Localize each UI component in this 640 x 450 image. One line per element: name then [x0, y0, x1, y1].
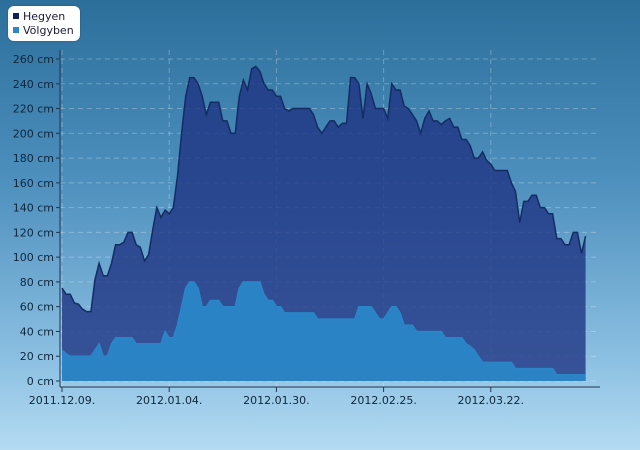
y-tick-label: 0 cm	[27, 375, 54, 388]
chart-legend: Hegyen Völgyben	[8, 6, 80, 41]
legend-swatch-hegyen	[13, 13, 19, 19]
legend-label-volgyben: Völgyben	[23, 23, 74, 37]
y-tick-label: 40 cm	[20, 325, 54, 338]
area-series	[61, 65, 587, 382]
y-tick-labels: 0 cm 20 cm 40 cm 60 cm 80 cm 100 cm 120 cm 140 …	[13, 53, 54, 388]
y-tick-label: 200 cm	[13, 127, 54, 140]
y-tick-label: 240 cm	[13, 78, 54, 91]
x-tick-label: 2012.03.22.	[458, 394, 524, 407]
x-tick-label: 2012.01.30.	[243, 394, 309, 407]
y-tick-label: 260 cm	[13, 53, 54, 66]
y-tick-label: 220 cm	[13, 103, 54, 116]
y-tick-label: 80 cm	[20, 276, 54, 289]
x-tick-label: 2012.01.04.	[136, 394, 202, 407]
legend-swatch-volgyben	[13, 27, 19, 33]
legend-item-volgyben: Völgyben	[13, 23, 74, 37]
x-tick-label: 2011.12.09.	[29, 394, 95, 407]
legend-item-hegyen: Hegyen	[13, 9, 74, 23]
x-tick-label: 2012.02.25.	[350, 394, 416, 407]
legend-label-hegyen: Hegyen	[23, 9, 66, 23]
y-tick-label: 120 cm	[13, 226, 54, 239]
y-tick-label: 140 cm	[13, 202, 54, 215]
y-tick-label: 160 cm	[13, 177, 54, 190]
snow-depth-chart: 0 cm 20 cm 40 cm 60 cm 80 cm 100 cm 120 cm 140 …	[13, 50, 600, 407]
x-tick-labels: 2011.12.09. 2012.01.04. 2012.01.30. 2012.02…	[29, 394, 524, 407]
y-tick-label: 100 cm	[13, 251, 54, 264]
chart-container: 0 cm 20 cm 40 cm 60 cm 80 cm 100 cm 120 cm 140 …	[0, 0, 640, 450]
y-tick-label: 20 cm	[20, 350, 54, 363]
y-tick-label: 180 cm	[13, 152, 54, 165]
y-tick-label: 60 cm	[20, 301, 54, 314]
